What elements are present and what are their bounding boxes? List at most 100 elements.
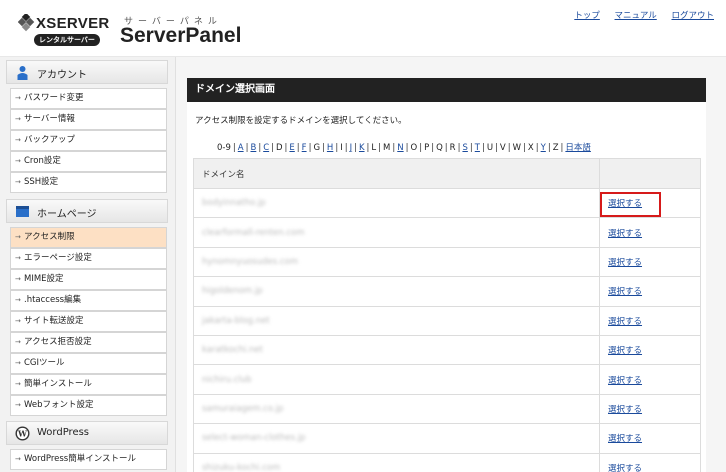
alphabet-filter-c[interactable]: C — [263, 143, 269, 153]
logout-link[interactable]: ログアウト — [671, 11, 714, 21]
alphabet-filter-s[interactable]: S — [462, 143, 467, 153]
alphabet-filter-b[interactable]: B — [250, 143, 256, 153]
domain-name-cell: select-woman-clothes.jp — [193, 423, 600, 454]
alphabet-separator: | — [560, 143, 564, 153]
alphabet-filter-t[interactable]: T — [475, 143, 480, 153]
alphabet-filter-i: I — [340, 143, 343, 153]
sidebar-item-label: Webフォント設定 — [24, 400, 94, 410]
domain-table: ドメイン名 bodyinnatho.jp 選択する clearformall-ren… — [193, 158, 701, 472]
select-domain-link[interactable]: 選択する — [608, 405, 642, 415]
sidebar-item-backup[interactable]: → バックアップ — [10, 130, 167, 151]
alphabet-filter-z: Z — [552, 143, 559, 153]
sidebar-item-access-restriction[interactable]: → アクセス制限 — [10, 227, 167, 248]
sidebar-item-wp-install[interactable]: → WordPress簡単インストール — [10, 449, 167, 470]
alphabet-filter-japanese[interactable]: 日本語 — [565, 143, 591, 153]
section-title: ホームページ — [37, 209, 97, 220]
sidebar-item-site-transfer[interactable]: → サイト転送設定 — [10, 311, 167, 332]
alphabet-index: 0-9 | A | B | C | D | E | F | G | H | I | J | K | L | M | N | O | P | Q | R |… — [217, 141, 591, 153]
alphabet-separator: | — [378, 143, 382, 153]
alphabet-filter-j[interactable]: J — [350, 143, 353, 153]
sidebar-item-label: サーバー情報 — [24, 114, 75, 124]
arrow-icon: → — [15, 136, 21, 144]
sidebar-item-label: バックアップ — [24, 135, 76, 145]
arrow-icon: → — [15, 178, 21, 186]
select-domain-link[interactable]: 選択する — [608, 434, 642, 444]
highlight-holder: 選択する — [600, 192, 661, 218]
svg-text:W: W — [17, 429, 28, 439]
sidebar-item-cgi[interactable]: → CGIツール — [10, 353, 167, 374]
sidebar-item-access-deny[interactable]: → アクセス拒否設定 — [10, 332, 167, 353]
user-icon — [17, 66, 28, 80]
alphabet-filter-h[interactable]: H — [327, 143, 333, 153]
table-row: jakarta-blog.net 選択する — [193, 305, 701, 336]
sidebar-item-webfont[interactable]: → Webフォント設定 — [10, 395, 167, 416]
sidebar-item-mime[interactable]: → MIME設定 — [10, 269, 167, 290]
action-cell: 選択する — [599, 364, 701, 395]
alphabet-separator: | — [535, 143, 539, 153]
alphabet-filter-e[interactable]: E — [289, 143, 294, 153]
alphabet-filter-n[interactable]: N — [397, 143, 403, 153]
sidebar-item-label: 簡単インストール — [24, 379, 92, 389]
sidebar-item-password[interactable]: → パスワード変更 — [10, 88, 167, 109]
sidebar-item-ssh[interactable]: → SSH設定 — [10, 172, 167, 193]
alphabet-separator: | — [271, 143, 274, 153]
select-domain-link[interactable]: 選択する — [608, 229, 642, 239]
page-title: ドメイン選択画面 — [187, 78, 706, 102]
select-domain-link[interactable]: 選択する — [608, 464, 642, 472]
xserver-logo[interactable]: XSERVER レンタルサーバー — [18, 12, 109, 48]
action-cell: 選択する — [599, 276, 701, 307]
alphabet-separator: | — [507, 143, 511, 153]
rental-badge: レンタルサーバー — [34, 34, 100, 46]
alphabet-filter-k[interactable]: K — [359, 143, 365, 153]
alphabet-filter-w: W — [512, 143, 522, 153]
arrow-icon: → — [15, 401, 21, 409]
select-domain-link[interactable]: 選択する — [608, 287, 642, 297]
sidebar-item-label: MIME設定 — [24, 274, 64, 284]
alphabet-filter-f[interactable]: F — [302, 143, 307, 153]
sidebar: アカウント → パスワード変更 → サーバー情報 → バックアップ → Cron設定 →… — [0, 57, 176, 472]
alphabet-separator: | — [258, 143, 262, 153]
select-domain-link[interactable]: 選択する — [608, 317, 642, 327]
select-domain-link[interactable]: 選択する — [608, 258, 642, 268]
arrow-icon: → — [15, 254, 21, 262]
table-row: nichiru.club 選択する — [193, 364, 701, 395]
alphabet-separator: | — [284, 143, 288, 153]
panel-title: ServerPanel — [120, 24, 242, 47]
sidebar-item-label: .htaccess編集 — [24, 295, 82, 305]
alphabet-separator: | — [308, 143, 312, 153]
sidebar-item-easy-install[interactable]: → 簡単インストール — [10, 374, 167, 395]
sidebar-item-htaccess[interactable]: → .htaccess編集 — [10, 290, 167, 311]
alphabet-separator: | — [523, 143, 526, 153]
alphabet-separator: | — [322, 143, 325, 153]
alphabet-separator: | — [335, 143, 339, 153]
arrow-icon: → — [15, 359, 21, 367]
select-domain-link[interactable]: 選択する — [608, 199, 642, 209]
domain-name-cell: clearformall-renten.com — [193, 217, 600, 248]
alphabet-filter-m: M — [383, 143, 391, 153]
select-domain-link[interactable]: 選択する — [608, 376, 642, 386]
sidebar-item-error-page[interactable]: → エラーページ設定 — [10, 248, 167, 269]
alphabet-separator: | — [444, 143, 448, 153]
alphabet-filter-q: Q — [436, 143, 443, 153]
alphabet-filter-a[interactable]: A — [238, 143, 244, 153]
xserver-diamond-icon — [18, 14, 35, 32]
manual-link[interactable]: マニュアル — [615, 11, 657, 21]
domain-name-cell: jakarta-blog.net — [193, 305, 600, 336]
sidebar-item-server-info[interactable]: → サーバー情報 — [10, 109, 167, 130]
homepage-icon — [16, 206, 29, 217]
alphabet-filter-y[interactable]: Y — [541, 143, 546, 153]
action-cell: 選択する — [599, 452, 701, 472]
header: XSERVER レンタルサーバー サーバーパネル ServerPanel トップ… — [0, 0, 726, 56]
sidebar-item-cron[interactable]: → Cron設定 — [10, 151, 167, 172]
domain-select-panel: ドメイン選択画面 アクセス制限を設定するドメインを選択してください。 0-9 | A… — [187, 78, 706, 472]
top-link[interactable]: トップ — [574, 11, 600, 21]
alphabet-filter-v: V — [499, 143, 506, 153]
alphabet-separator: | — [547, 143, 551, 153]
alphabet-filter-d: D — [276, 143, 283, 153]
alphabet-separator: | — [469, 143, 473, 153]
section-wordpress: W WordPress — [6, 421, 168, 445]
alphabet-separator: | — [354, 143, 357, 153]
select-domain-link[interactable]: 選択する — [608, 346, 642, 356]
column-header-action — [599, 158, 701, 189]
alphabet-filter-x: X — [527, 143, 534, 153]
